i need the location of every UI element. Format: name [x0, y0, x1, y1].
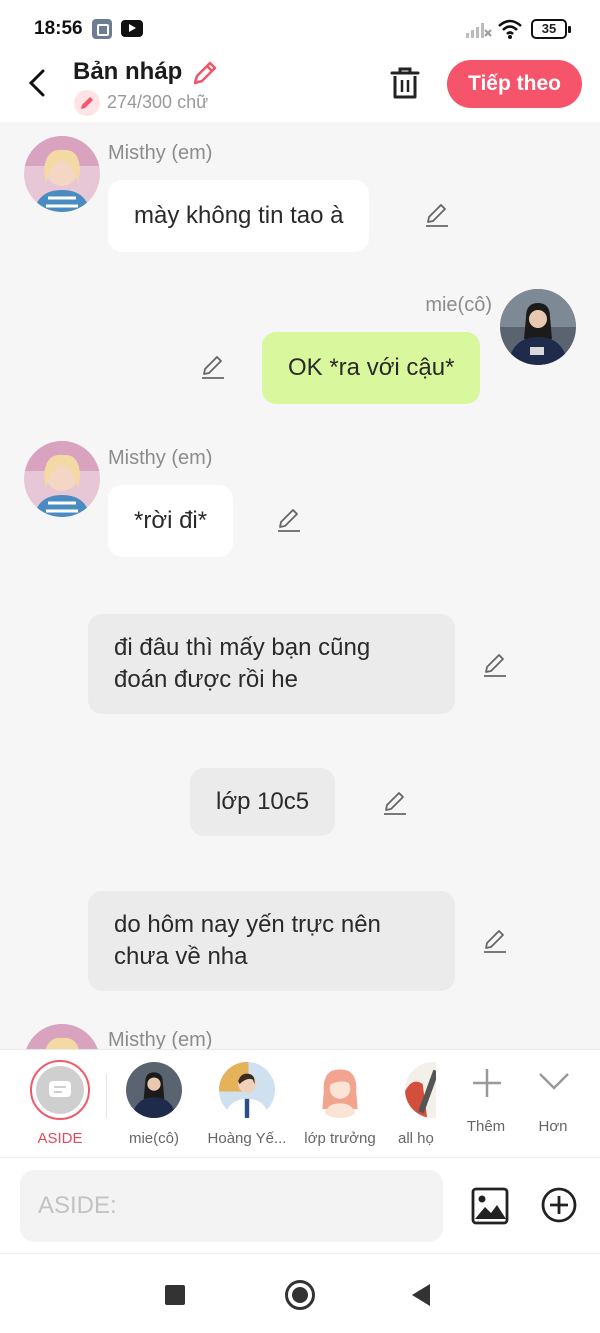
character-lop-truong[interactable]: lớp trưởng — [295, 1050, 385, 1158]
character-label: all họ — [398, 1130, 434, 1147]
signal-icon — [466, 23, 492, 38]
word-count: 274/300 chữ — [107, 92, 209, 112]
back-icon[interactable] — [20, 64, 56, 100]
message-text: OK *ra với cậu* — [288, 354, 455, 381]
edit-message-icon[interactable] — [382, 790, 408, 816]
narration-text: lớp 10c5 — [216, 788, 310, 815]
character-label: lớp trưởng — [304, 1130, 376, 1147]
sender-name: mie(cô) — [425, 294, 492, 316]
edit-message-icon[interactable] — [482, 652, 508, 678]
divider — [106, 1074, 107, 1118]
character-label: mie(cô) — [128, 1130, 179, 1147]
edit-message-icon[interactable] — [200, 354, 226, 380]
edit-message-icon[interactable] — [482, 928, 508, 954]
message-bubble[interactable]: *rời đi* — [108, 485, 234, 557]
image-icon[interactable] — [470, 1186, 510, 1226]
youtube-icon — [121, 20, 143, 37]
message-input[interactable] — [20, 1170, 443, 1242]
sender-name: Misthy (em) — [108, 1029, 213, 1049]
avatar-misthy[interactable] — [24, 1024, 100, 1049]
back-nav-icon[interactable] — [412, 1284, 430, 1306]
next-button[interactable]: Tiếp theo — [447, 60, 582, 108]
status-bar: 18:56 35 — [0, 0, 600, 56]
plus-icon — [473, 1069, 501, 1097]
message-bubble[interactable]: OK *ra với cậu* — [262, 332, 481, 404]
chevron-down-icon — [539, 1073, 569, 1090]
narration-text: đoán được rồi he — [114, 666, 298, 693]
narration-text: đi đâu thì mấy bạn cũng — [114, 634, 371, 661]
sender-name: Misthy (em) — [108, 142, 213, 164]
character-mie[interactable]: mie(cô) — [109, 1050, 199, 1158]
character-label: Hơn — [538, 1118, 568, 1135]
page-title: Bản nháp — [73, 58, 183, 85]
input-bar — [0, 1157, 600, 1253]
status-time: 18:56 — [34, 18, 83, 39]
narration-bubble[interactable]: do hôm nay yến trực nên chưa về nha — [88, 891, 455, 991]
message-text: mày không tin tao à — [134, 202, 344, 229]
character-label: Hoàng Yế... — [207, 1130, 287, 1147]
avatar-mie[interactable] — [500, 289, 576, 365]
narration-text: chưa về nha — [114, 943, 248, 970]
edit-message-icon[interactable] — [276, 507, 302, 533]
sender-name: Misthy (em) — [108, 447, 213, 469]
system-nav-bar — [0, 1253, 600, 1333]
chat-area: Misthy (em) mày không tin tao à mie(cô) … — [0, 122, 600, 1049]
character-bar: ASIDE mie(cô) Hoàng Yế... lớp trưởng all… — [0, 1049, 600, 1157]
aside-icon — [49, 1081, 71, 1097]
home-icon[interactable] — [285, 1280, 315, 1310]
recents-icon[interactable] — [165, 1285, 185, 1305]
trash-icon[interactable] — [385, 64, 425, 104]
pencil-icon — [74, 90, 100, 116]
header: Bản nháp 274/300 chữ Tiếp theo — [0, 56, 600, 122]
narration-bubble[interactable]: đi đâu thì mấy bạn cũng đoán được rồi he — [88, 614, 455, 714]
edit-title-icon[interactable] — [190, 58, 220, 88]
more-button[interactable]: Hơn — [508, 1050, 598, 1158]
edit-message-icon[interactable] — [424, 202, 450, 228]
narration-text: do hôm nay yến trực nên — [114, 911, 381, 938]
character-hoang-yen[interactable]: Hoàng Yế... — [202, 1050, 292, 1158]
add-circle-icon[interactable] — [540, 1186, 578, 1224]
gallery-icon — [92, 19, 112, 39]
wifi-icon — [498, 19, 522, 39]
battery-icon: 35 — [531, 19, 571, 39]
avatar-misthy[interactable] — [24, 136, 100, 212]
character-label: ASIDE — [37, 1130, 83, 1147]
character-all[interactable]: all họ — [388, 1050, 436, 1158]
narration-bubble[interactable]: lớp 10c5 — [190, 768, 336, 836]
avatar-misthy[interactable] — [24, 441, 100, 517]
message-bubble[interactable]: mày không tin tao à — [108, 180, 370, 252]
message-text: *rời đi* — [134, 507, 208, 534]
